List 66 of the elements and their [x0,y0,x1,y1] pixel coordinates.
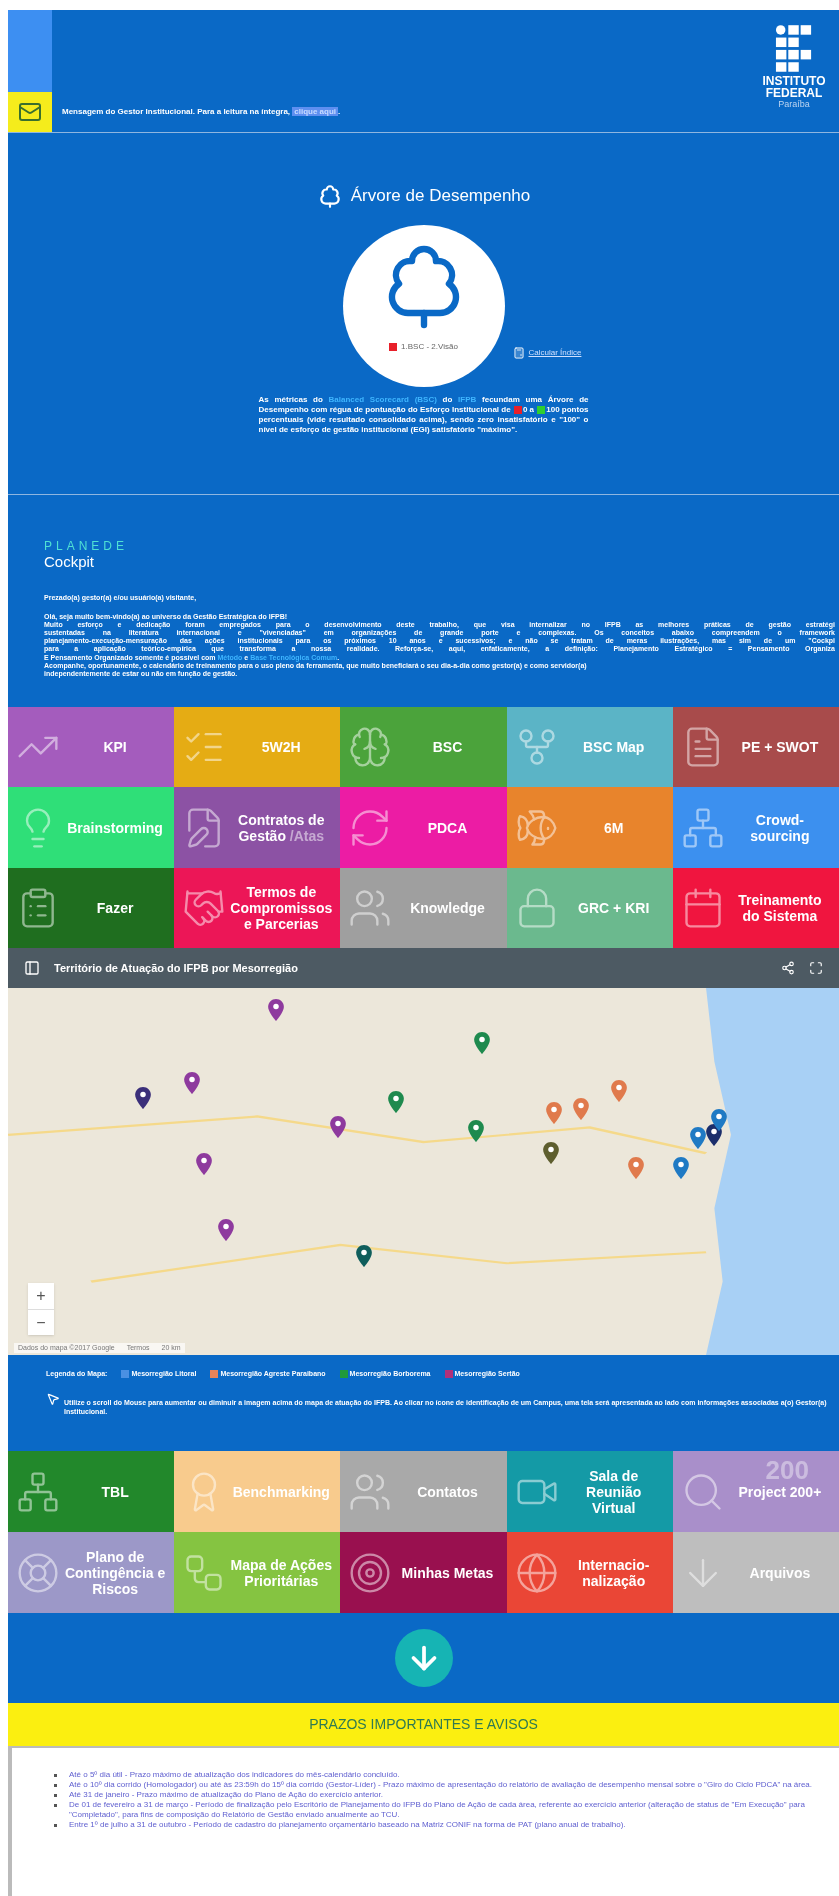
module-tile[interactable]: Contratos de Gestão /Atas [174,787,341,868]
module-tile[interactable]: Internacio-nalização [506,1532,673,1613]
module-tile[interactable]: BSC Map [506,707,673,787]
module-tile[interactable]: 6M [506,787,673,868]
module-tile[interactable]: KPI [8,707,175,787]
bullet-icon [54,1774,57,1777]
notice-item: Até 31 de janeiro - Prazo máximo de atualização do Plano de Ação do exercício anterior. [69,1790,383,1800]
bullet-icon [54,1824,57,1827]
notice-item: Entre 1º de julho a 31 de outubro - Período de cadastro do planejamento orçamentário baseado na Matriz CONIF na forma de PAT (plano anual de trabalho). [69,1820,626,1830]
map-pin-icon[interactable] [183,1072,200,1095]
module-tile[interactable]: Contatos [340,1451,507,1532]
module-tile[interactable]: Mapa de Ações Prioritárias [174,1532,341,1613]
module-tile[interactable]: 5W2H [174,707,341,787]
zoom-in-button[interactable]: + [28,1283,54,1309]
module-tile[interactable]: Knowledge [340,868,507,948]
map-pin-icon[interactable] [542,1142,559,1165]
module-tile[interactable]: Minhas Metas [340,1532,507,1613]
section-title: Árvore de Desempenho [350,185,531,208]
map-pin-icon[interactable] [196,1153,213,1176]
calculate-link[interactable]: Calcular Índice [528,347,582,359]
pointer-icon [46,1391,60,1406]
notice-item: De 01 de fevereiro a 31 de março - Período de finalização pelo Escritório de Planejamento do IFPB do Plano de Ação de cada área, referente ao exercício anterior (alteração de status de "Em Execução" para "Completado", para fins de composição do Relatório de Gestão enviado anualmente ao TCU. [69,1800,806,1820]
notices-title: PRAZOS IMPORTANTES E AVISOS [309,1715,538,1734]
notice-item: Até o 10º dia corrido (Homologador) ou até às 23:59h do 15º dia corrido (Gestor-Líder) - Prazo máximo de apresentação do relatório de avaliação de desempenho mensal sobre o "Giro do Ciclo PDCA" na área. [69,1780,813,1790]
map-pin-icon[interactable] [217,1219,234,1242]
zoom-out-button[interactable]: − [28,1309,54,1335]
brain-icon [348,725,393,769]
module-tile[interactable]: Plano de Contingência e Riscos [8,1532,175,1613]
bullet-icon [54,1794,57,1797]
tree-description: As métricas do Balanced Scorecard (BSC) do IFPB fecundam uma Árvore de Desempenho com régua de pontuação do Esforço Institucional de 0 a 100 pontos percentuais (vide resultado consolidado acima), sendo zero insatisfatório e "100" o nível de esforço de gestão institucional (EGI) satisfatório "máximo". [258,395,589,435]
institute-logo: INSTITUTO FEDERAL Paraíba [749,10,839,132]
module-tile[interactable]: Crowd-sourcing [672,787,839,868]
map-pin-icon[interactable] [710,1109,727,1132]
notice-item: Até o 5º dia útil - Prazo máximo de atualização dos indicadores do mês-calendário concluído. [69,1770,400,1780]
section-title: Cockpit [44,553,96,571]
network-icon [16,1469,60,1514]
module-tile[interactable]: PE + SWOT [672,707,839,787]
module-tile[interactable]: TBL [8,1451,175,1532]
module-tile[interactable]: Brainstorming [8,787,175,868]
map-pin-icon[interactable] [329,1116,346,1139]
share-icon[interactable] [781,961,795,975]
module-tile[interactable]: GRC + KRI [506,868,673,948]
tree-caption: 1.BSC - 2.Visão [401,341,458,353]
text-link[interactable]: IFPB [458,395,477,404]
fullscreen-icon[interactable] [809,961,823,975]
calculator-icon [512,347,525,359]
bullet-icon [54,1784,57,1787]
envelope-icon [18,100,42,124]
module-tile[interactable]: Fazer [8,868,175,948]
module-tile[interactable]: Sala de Reunião Virtual [506,1451,673,1532]
module-tile[interactable]: BSC [340,707,507,787]
logo-mark-icon [775,24,813,72]
text-link[interactable]: Balanced Scorecard (BSC) [328,395,437,404]
module-tile[interactable]: Termos de Compromissos e Parcerias [174,868,341,948]
message-text: Mensagem do Gestor Institucional. Para a leitura na íntegra, clique aqui . [62,106,341,118]
brand-name: PLANEDE [44,539,130,553]
module-tile[interactable]: Treinamento do Sistema [672,868,839,948]
panel-toggle-icon[interactable] [24,960,40,976]
bullet-icon [54,1804,57,1807]
map-title: Território de Atuação do IFPB por Mesorregião [54,960,299,976]
module-tile[interactable]: PDCA [340,787,507,868]
map-pin-icon[interactable] [355,1244,372,1267]
module-tile[interactable]: Arquivos [672,1532,839,1613]
map-pin-icon[interactable] [268,999,285,1021]
map-pin-icon[interactable] [135,1087,152,1110]
network-icon [680,805,725,850]
